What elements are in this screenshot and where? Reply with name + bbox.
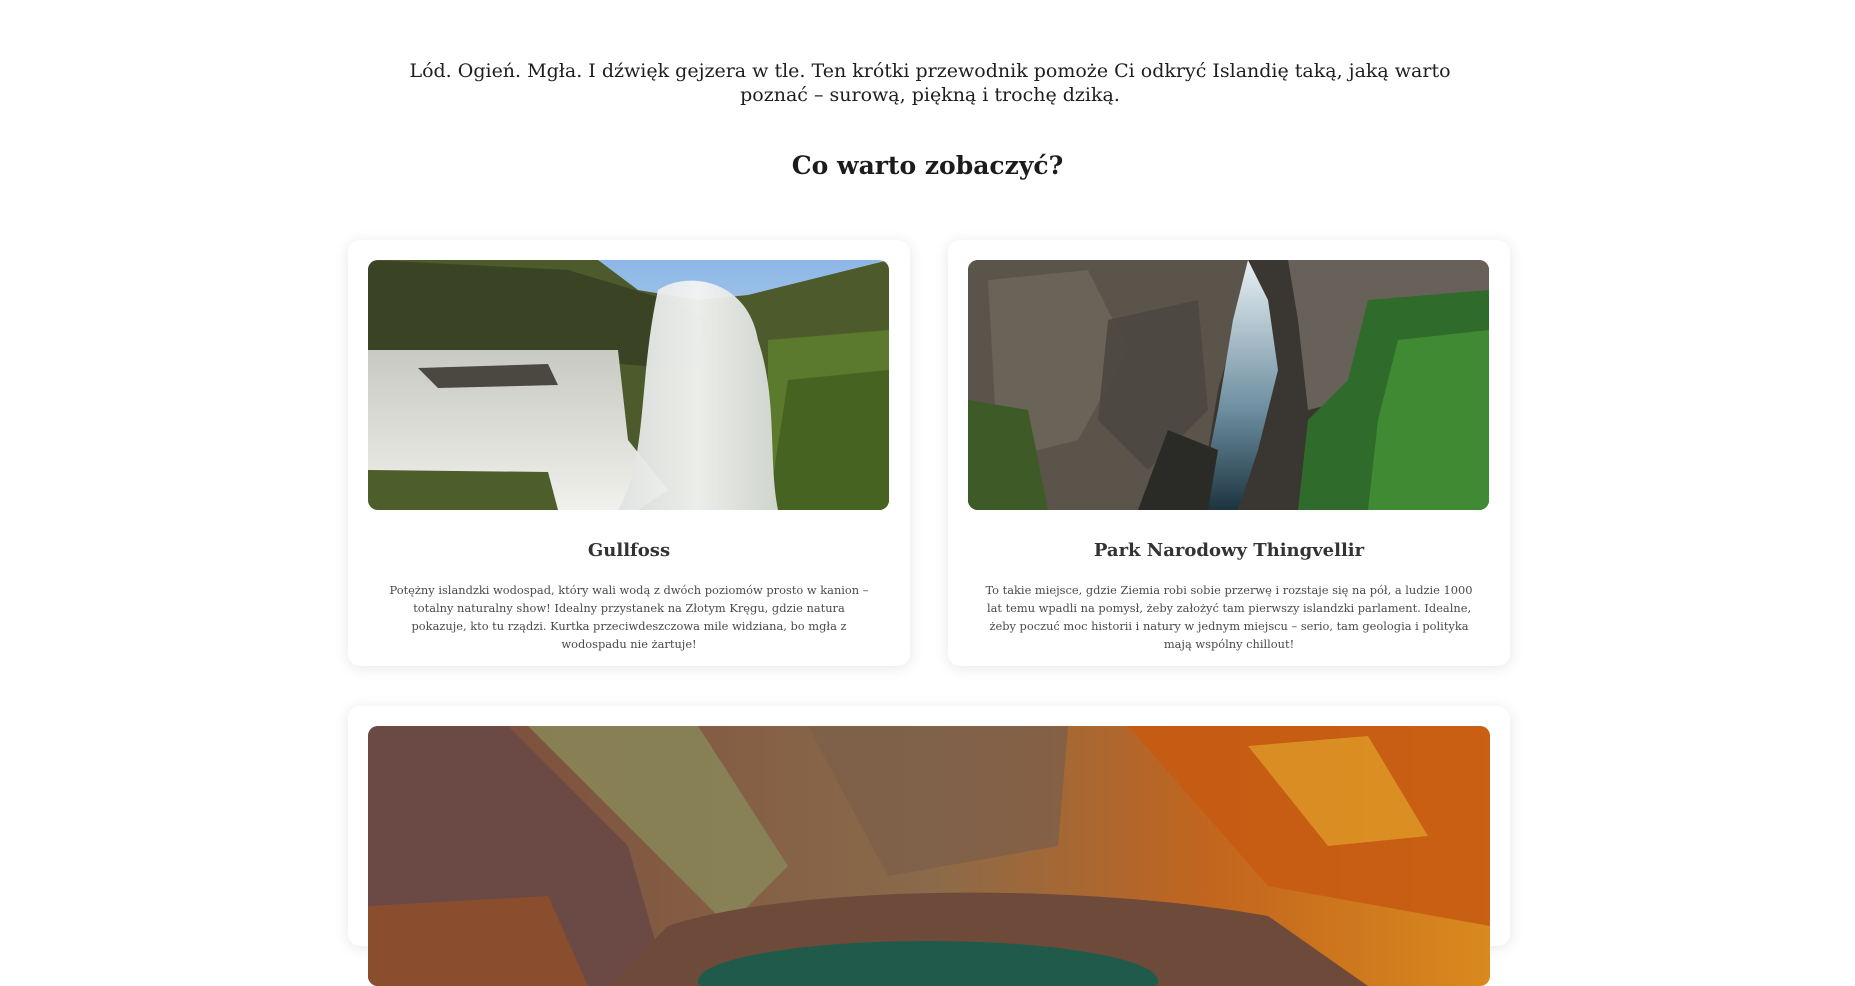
attraction-card-thingvellir: Park Narodowy Thingvellir To takie miejs… (948, 240, 1510, 666)
gullfoss-photo (368, 260, 889, 510)
attraction-card-crater (348, 706, 1510, 986)
attraction-card-gullfoss: Gullfoss Potężny islandzki wodospad, któ… (348, 240, 910, 666)
intro-text: Lód. Ogień. Mgła. I dźwięk gejzera w tle… (409, 60, 1451, 106)
card-title: Park Narodowy Thingvellir (1093, 540, 1365, 561)
card-title: Gullfoss (587, 540, 671, 561)
thingvellir-photo (968, 260, 1489, 510)
card-description: Potężny islandzki wodospad, który wali w… (389, 583, 869, 651)
card-description: To takie miejsce, gdzie Ziemia robi sobi… (985, 583, 1473, 651)
crater-photo (368, 726, 1490, 986)
section-title: Co warto zobaczyć? (791, 151, 1064, 180)
